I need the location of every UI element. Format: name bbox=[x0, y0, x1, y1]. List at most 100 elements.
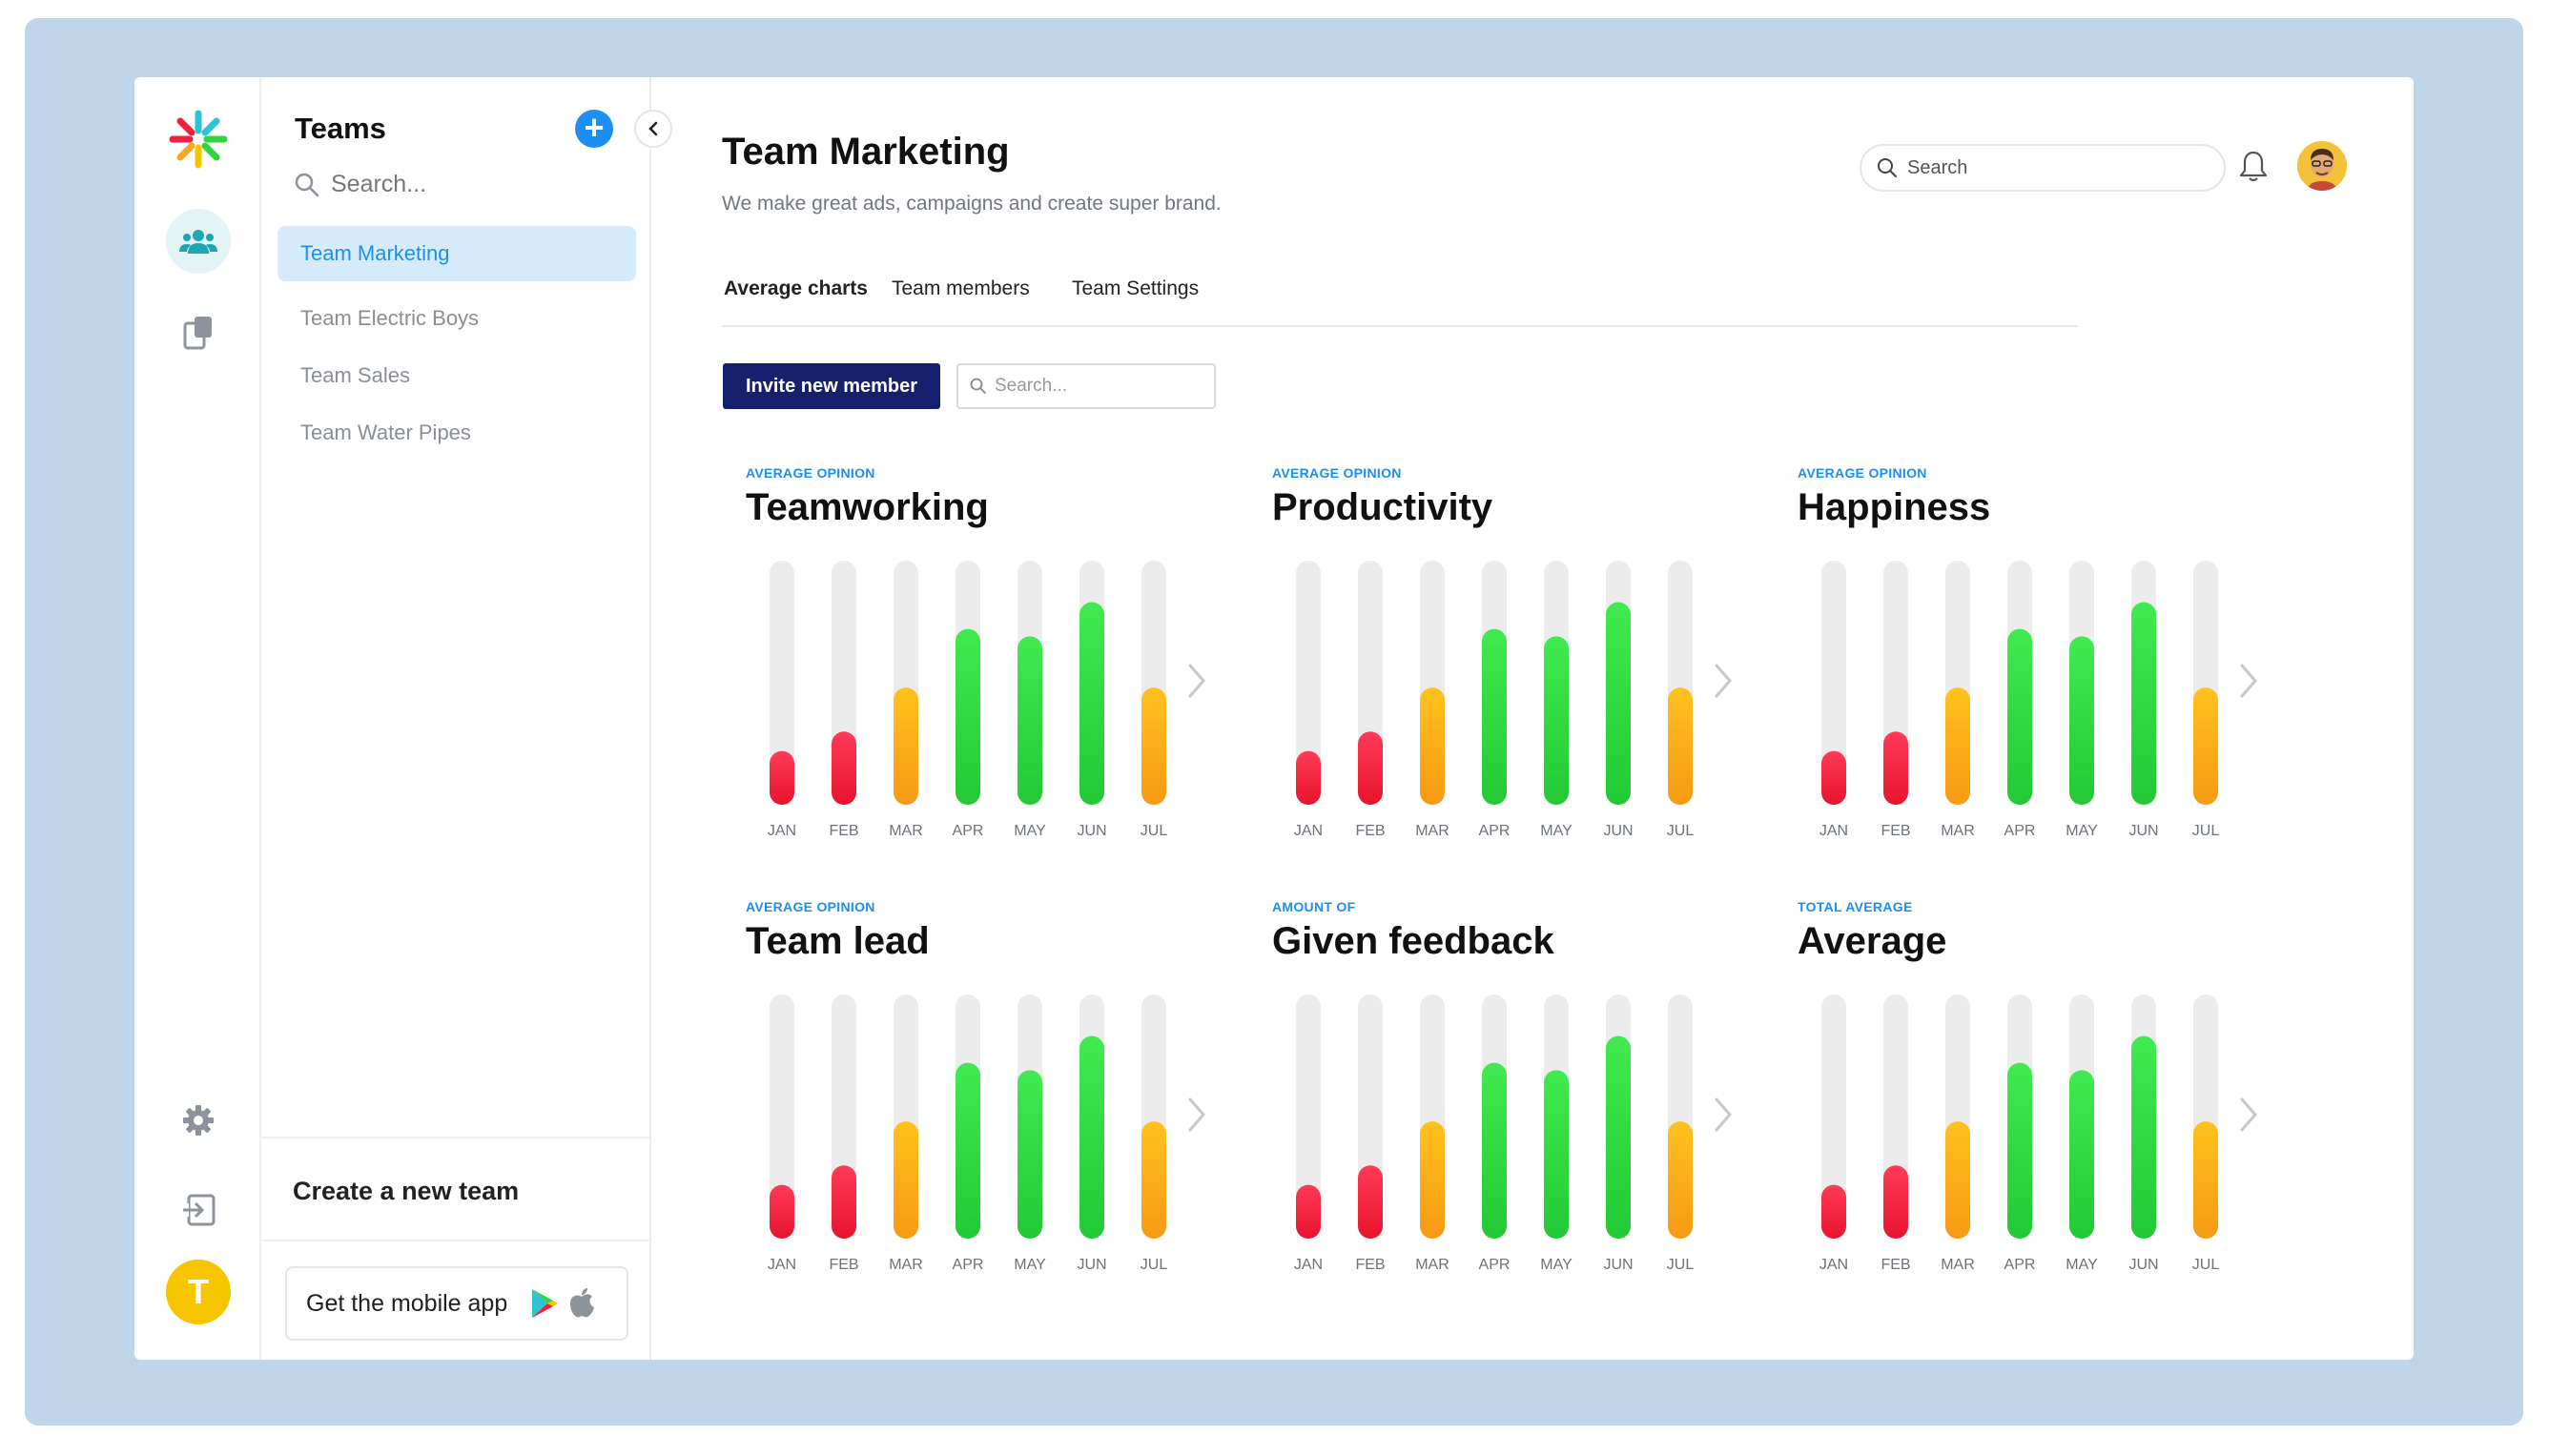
bar-feb[interactable] bbox=[1358, 731, 1383, 805]
bar-jun[interactable] bbox=[1079, 602, 1104, 805]
x-tick-label: APR bbox=[953, 823, 984, 839]
bar-jan[interactable] bbox=[770, 750, 794, 805]
search-icon bbox=[970, 378, 986, 394]
x-tick-label: MAR bbox=[889, 1257, 923, 1273]
bar-jun[interactable] bbox=[1606, 602, 1631, 805]
bar-jul[interactable] bbox=[1141, 687, 1166, 805]
bar-jul[interactable] bbox=[1668, 1121, 1693, 1239]
bar-may[interactable] bbox=[2069, 636, 2094, 805]
bar-mar[interactable] bbox=[1945, 1121, 1970, 1239]
chart-title: Productivity bbox=[1272, 486, 1493, 528]
bar-may[interactable] bbox=[1544, 636, 1569, 805]
x-tick-label: JAN bbox=[768, 1257, 796, 1273]
teams-title: Teams bbox=[295, 112, 386, 145]
bar-feb[interactable] bbox=[832, 731, 856, 805]
x-tick-label: JUN bbox=[1603, 1257, 1633, 1273]
user-avatar-badge[interactable]: T bbox=[166, 1260, 231, 1324]
x-tick-label: FEB bbox=[829, 1257, 858, 1273]
chevron-left-icon bbox=[648, 121, 658, 136]
x-tick-label: JUL bbox=[1141, 1257, 1168, 1273]
create-team-button[interactable]: Create a new team bbox=[262, 1137, 651, 1241]
bar-apr[interactable] bbox=[2007, 1062, 2032, 1239]
bar-may[interactable] bbox=[2069, 1070, 2094, 1239]
bar-feb[interactable] bbox=[1883, 1165, 1908, 1239]
bar-feb[interactable] bbox=[1358, 1165, 1383, 1239]
team-item-marketing[interactable]: Team Marketing bbox=[278, 226, 636, 281]
x-tick-label: FEB bbox=[1881, 823, 1910, 839]
chart-card-team-lead: AVERAGE OPINION Team lead JAN FEB MAR APR MA… bbox=[746, 899, 1242, 1319]
bar-mar[interactable] bbox=[1420, 687, 1445, 805]
invite-member-button[interactable]: Invite new member bbox=[723, 363, 940, 409]
bar-jun[interactable] bbox=[2131, 602, 2156, 805]
logout-icon[interactable] bbox=[166, 1178, 231, 1242]
bar-jul[interactable] bbox=[2193, 687, 2218, 805]
users-icon[interactable] bbox=[166, 209, 231, 274]
chevron-right-icon[interactable] bbox=[2240, 664, 2257, 698]
chevron-right-icon[interactable] bbox=[1188, 664, 1205, 698]
team-item-water-pipes[interactable]: Team Water Pipes bbox=[278, 405, 636, 461]
x-tick-label: MAY bbox=[1014, 1257, 1046, 1273]
create-team-label: Create a new team bbox=[293, 1177, 520, 1205]
bar-jun[interactable] bbox=[2131, 1036, 2156, 1239]
bar-apr[interactable] bbox=[956, 628, 980, 805]
collapse-panel-button[interactable] bbox=[634, 110, 672, 148]
bar-apr[interactable] bbox=[1482, 628, 1507, 805]
tab-average-charts[interactable]: Average charts bbox=[724, 277, 868, 300]
global-search-input[interactable] bbox=[1907, 156, 2193, 179]
bell-icon[interactable] bbox=[2239, 150, 2268, 187]
profile-avatar[interactable] bbox=[2297, 141, 2347, 191]
bar-jul[interactable] bbox=[2193, 1121, 2218, 1239]
bar-mar[interactable] bbox=[894, 687, 918, 805]
bar-jul[interactable] bbox=[1141, 1121, 1166, 1239]
tab-team-settings[interactable]: Team Settings bbox=[1072, 277, 1199, 300]
x-tick-label: JUL bbox=[2192, 1257, 2220, 1273]
bar-chart: JAN FEB MAR APR MAY JUN JUL bbox=[1819, 561, 2257, 839]
main-content: Team Marketing We make great ads, campai… bbox=[651, 77, 2414, 1360]
bar-feb[interactable] bbox=[832, 1165, 856, 1239]
bar-jun[interactable] bbox=[1079, 1036, 1104, 1239]
bar-feb[interactable] bbox=[1883, 731, 1908, 805]
bar-mar[interactable] bbox=[894, 1121, 918, 1239]
bar-mar[interactable] bbox=[1945, 687, 1970, 805]
chevron-right-icon[interactable] bbox=[2240, 1097, 2257, 1132]
chevron-right-icon[interactable] bbox=[1715, 664, 1732, 698]
bar-chart: JAN FEB MAR APR MAY JUN JUL bbox=[768, 561, 1205, 839]
x-tick-label: APR bbox=[1479, 823, 1511, 839]
chevron-right-icon[interactable] bbox=[1188, 1097, 1205, 1132]
page-title: Team Marketing bbox=[722, 131, 1010, 173]
mobile-app-button[interactable]: Get the mobile app bbox=[285, 1266, 628, 1341]
copy-icon[interactable] bbox=[166, 300, 231, 365]
member-search-input[interactable] bbox=[995, 376, 1204, 397]
x-tick-label: MAR bbox=[1415, 823, 1449, 839]
bar-jan[interactable] bbox=[1821, 1184, 1846, 1239]
bar-apr[interactable] bbox=[2007, 628, 2032, 805]
bar-may[interactable] bbox=[1544, 1070, 1569, 1239]
chart-card-happiness: AVERAGE OPINION Happiness JAN FEB MAR APR MA… bbox=[1798, 465, 2293, 885]
add-team-button[interactable]: + bbox=[575, 110, 613, 148]
member-search bbox=[956, 363, 1216, 409]
chart-kicker: TOTAL AVERAGE bbox=[1798, 899, 1913, 914]
gear-icon[interactable] bbox=[166, 1088, 231, 1153]
google-play-icon bbox=[532, 1289, 559, 1318]
bar-apr[interactable] bbox=[1482, 1062, 1507, 1239]
bar-may[interactable] bbox=[1018, 636, 1042, 805]
teams-search-input[interactable] bbox=[331, 171, 598, 198]
bar-jan[interactable] bbox=[1821, 750, 1846, 805]
bar-chart: JAN FEB MAR APR MAY JUN JUL bbox=[1819, 995, 2257, 1273]
bar-jan[interactable] bbox=[770, 1184, 794, 1239]
team-item-electric-boys[interactable]: Team Electric Boys bbox=[278, 291, 636, 346]
x-tick-label: JUL bbox=[1141, 823, 1168, 839]
x-tick-label: MAR bbox=[889, 823, 923, 839]
bar-jan[interactable] bbox=[1296, 1184, 1321, 1239]
bar-jul[interactable] bbox=[1668, 687, 1693, 805]
bar-jan[interactable] bbox=[1296, 750, 1321, 805]
chevron-right-icon[interactable] bbox=[1715, 1097, 1732, 1132]
team-item-sales[interactable]: Team Sales bbox=[278, 348, 636, 403]
bar-may[interactable] bbox=[1018, 1070, 1042, 1239]
bar-jun[interactable] bbox=[1606, 1036, 1631, 1239]
logo-icon[interactable] bbox=[169, 110, 228, 169]
x-tick-label: FEB bbox=[1355, 1257, 1385, 1273]
bar-apr[interactable] bbox=[956, 1062, 980, 1239]
bar-mar[interactable] bbox=[1420, 1121, 1445, 1239]
tab-team-members[interactable]: Team members bbox=[892, 277, 1030, 300]
